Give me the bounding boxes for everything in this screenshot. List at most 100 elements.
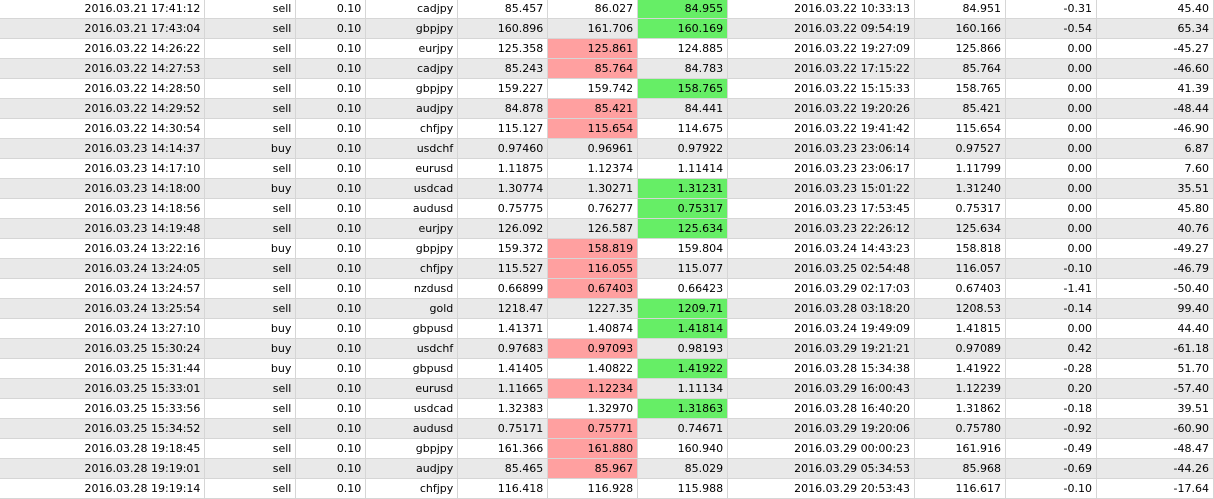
table-row[interactable]: 2016.03.28 19:19:14 sell 0.10 chfjpy 116.418… <box>0 478 1214 499</box>
table-row[interactable]: 2016.03.21 17:41:12 sell 0.10 cadjpy 85.457 8… <box>0 0 1214 19</box>
close-price-cell: 1208.53 <box>914 298 1007 319</box>
open-price-cell: 1.41405 <box>457 358 549 379</box>
open-time-cell: 2016.03.24 13:25:54 <box>0 298 206 319</box>
open-price-cell: 160.896 <box>457 18 549 39</box>
table-row[interactable]: 2016.03.25 15:33:01 sell 0.10 eurusd 1.11665… <box>0 378 1214 399</box>
lot-size-cell: 0.10 <box>295 58 367 79</box>
table-row[interactable]: 2016.03.24 13:24:05 sell 0.10 chfjpy 115.527… <box>0 258 1214 279</box>
table-row[interactable]: 2016.03.24 13:25:54 sell 0.10 gold 1218.47 12… <box>0 298 1214 319</box>
close-price-cell: 116.057 <box>914 258 1007 279</box>
open-price-cell: 1.30774 <box>457 178 549 199</box>
lot-size-cell: 0.10 <box>295 358 367 379</box>
order-type-cell: sell <box>204 58 297 79</box>
table-row[interactable]: 2016.03.23 14:19:48 sell 0.10 eurjpy 126.092… <box>0 218 1214 239</box>
close-price-cell: 0.97089 <box>914 338 1007 359</box>
swap-cell: -0.54 <box>1005 18 1097 39</box>
close-time-cell: 2016.03.23 22:26:12 <box>727 218 916 239</box>
order-type-cell: sell <box>204 98 297 119</box>
profit-cell: 40.76 <box>1096 218 1214 239</box>
open-price-cell: 0.97460 <box>457 138 549 159</box>
open-price-cell: 85.457 <box>457 0 549 19</box>
stop-loss-cell: 0.76277 <box>547 198 639 219</box>
swap-cell: 0.00 <box>1005 218 1097 239</box>
stop-loss-cell: 116.928 <box>547 478 639 499</box>
stop-loss-cell: 1227.35 <box>547 298 639 319</box>
close-price-cell: 160.166 <box>914 18 1007 39</box>
profit-cell: 44.40 <box>1096 318 1214 339</box>
open-price-cell: 85.465 <box>457 458 549 479</box>
profit-cell: 39.51 <box>1096 398 1214 419</box>
lot-size-cell: 0.10 <box>295 198 367 219</box>
table-row[interactable]: 2016.03.25 15:34:52 sell 0.10 audusd 0.75171… <box>0 418 1214 439</box>
order-type-cell: sell <box>204 418 297 439</box>
table-row[interactable]: 2016.03.22 14:29:52 sell 0.10 audjpy 84.878 8… <box>0 98 1214 119</box>
swap-cell: 0.00 <box>1005 58 1097 79</box>
table-row[interactable]: 2016.03.28 19:19:01 sell 0.10 audjpy 85.465 8… <box>0 458 1214 479</box>
table-row[interactable]: 2016.03.25 15:30:24 buy 0.10 usdchf 0.97683 0… <box>0 338 1214 359</box>
symbol-cell: gbpjpy <box>365 78 459 99</box>
profit-cell: 51.70 <box>1096 358 1214 379</box>
swap-cell: 0.00 <box>1005 198 1097 219</box>
profit-cell: 35.51 <box>1096 178 1214 199</box>
close-time-cell: 2016.03.24 14:43:23 <box>727 238 916 259</box>
symbol-cell: eurusd <box>365 158 459 179</box>
close-time-cell: 2016.03.22 19:20:26 <box>727 98 916 119</box>
table-row[interactable]: 2016.03.22 14:30:54 sell 0.10 chfjpy 115.127… <box>0 118 1214 139</box>
table-row[interactable]: 2016.03.23 14:14:37 buy 0.10 usdchf 0.97460 0… <box>0 138 1214 159</box>
table-row[interactable]: 2016.03.22 14:26:22 sell 0.10 eurjpy 125.358… <box>0 38 1214 59</box>
stop-loss-cell: 0.67403 <box>547 278 639 299</box>
open-time-cell: 2016.03.21 17:41:12 <box>0 0 206 19</box>
order-type-cell: sell <box>204 0 297 19</box>
table-row[interactable]: 2016.03.25 15:33:56 sell 0.10 usdcad 1.32383… <box>0 398 1214 419</box>
take-profit-cell: 85.029 <box>637 458 729 479</box>
table-row[interactable]: 2016.03.21 17:43:04 sell 0.10 gbpjpy 160.896… <box>0 18 1214 39</box>
profit-cell: -60.90 <box>1096 418 1214 439</box>
profit-cell: -48.47 <box>1096 438 1214 459</box>
close-time-cell: 2016.03.22 19:27:09 <box>727 38 916 59</box>
table-row[interactable]: 2016.03.23 14:17:10 sell 0.10 eurusd 1.11875… <box>0 158 1214 179</box>
open-price-cell: 84.878 <box>457 98 549 119</box>
order-type-cell: sell <box>204 18 297 39</box>
open-time-cell: 2016.03.28 19:19:01 <box>0 458 206 479</box>
table-row[interactable]: 2016.03.24 13:22:16 buy 0.10 gbpjpy 159.372 1… <box>0 238 1214 259</box>
close-price-cell: 125.866 <box>914 38 1007 59</box>
table-row[interactable]: 2016.03.28 19:18:45 sell 0.10 gbpjpy 161.366… <box>0 438 1214 459</box>
open-time-cell: 2016.03.23 14:18:56 <box>0 198 206 219</box>
swap-cell: -0.10 <box>1005 478 1097 499</box>
table-row[interactable]: 2016.03.24 13:24:57 sell 0.10 nzdusd 0.66899… <box>0 278 1214 299</box>
swap-cell: 0.00 <box>1005 98 1097 119</box>
lot-size-cell: 0.10 <box>295 38 367 59</box>
stop-loss-cell: 159.742 <box>547 78 639 99</box>
symbol-cell: audusd <box>365 418 459 439</box>
lot-size-cell: 0.10 <box>295 258 367 279</box>
table-row[interactable]: 2016.03.25 15:31:44 buy 0.10 gbpusd 1.41405 1… <box>0 358 1214 379</box>
stop-loss-cell: 161.706 <box>547 18 639 39</box>
lot-size-cell: 0.10 <box>295 298 367 319</box>
table-row[interactable]: 2016.03.23 14:18:00 buy 0.10 usdcad 1.30774 1… <box>0 178 1214 199</box>
symbol-cell: audusd <box>365 198 459 219</box>
open-time-cell: 2016.03.25 15:31:44 <box>0 358 206 379</box>
stop-loss-cell: 1.12234 <box>547 378 639 399</box>
stop-loss-cell: 0.75771 <box>547 418 639 439</box>
symbol-cell: gbpusd <box>365 318 459 339</box>
profit-cell: 41.39 <box>1096 78 1214 99</box>
table-row[interactable]: 2016.03.24 13:27:10 buy 0.10 gbpusd 1.41371 1… <box>0 318 1214 339</box>
stop-loss-cell: 1.40874 <box>547 318 639 339</box>
table-row[interactable]: 2016.03.23 14:18:56 sell 0.10 audusd 0.75775… <box>0 198 1214 219</box>
open-time-cell: 2016.03.25 15:33:01 <box>0 378 206 399</box>
open-time-cell: 2016.03.24 13:22:16 <box>0 238 206 259</box>
profit-cell: -50.40 <box>1096 278 1214 299</box>
table-row[interactable]: 2016.03.22 14:27:53 sell 0.10 cadjpy 85.243 8… <box>0 58 1214 79</box>
stop-loss-cell: 1.32970 <box>547 398 639 419</box>
lot-size-cell: 0.10 <box>295 278 367 299</box>
stop-loss-cell: 1.40822 <box>547 358 639 379</box>
open-price-cell: 0.75775 <box>457 198 549 219</box>
table-row[interactable]: 2016.03.22 14:28:50 sell 0.10 gbpjpy 159.227… <box>0 78 1214 99</box>
symbol-cell: chfjpy <box>365 118 459 139</box>
profit-cell: -61.18 <box>1096 338 1214 359</box>
profit-cell: -49.27 <box>1096 238 1214 259</box>
open-price-cell: 115.527 <box>457 258 549 279</box>
lot-size-cell: 0.10 <box>295 118 367 139</box>
symbol-cell: gbpjpy <box>365 438 459 459</box>
take-profit-cell: 84.783 <box>637 58 729 79</box>
